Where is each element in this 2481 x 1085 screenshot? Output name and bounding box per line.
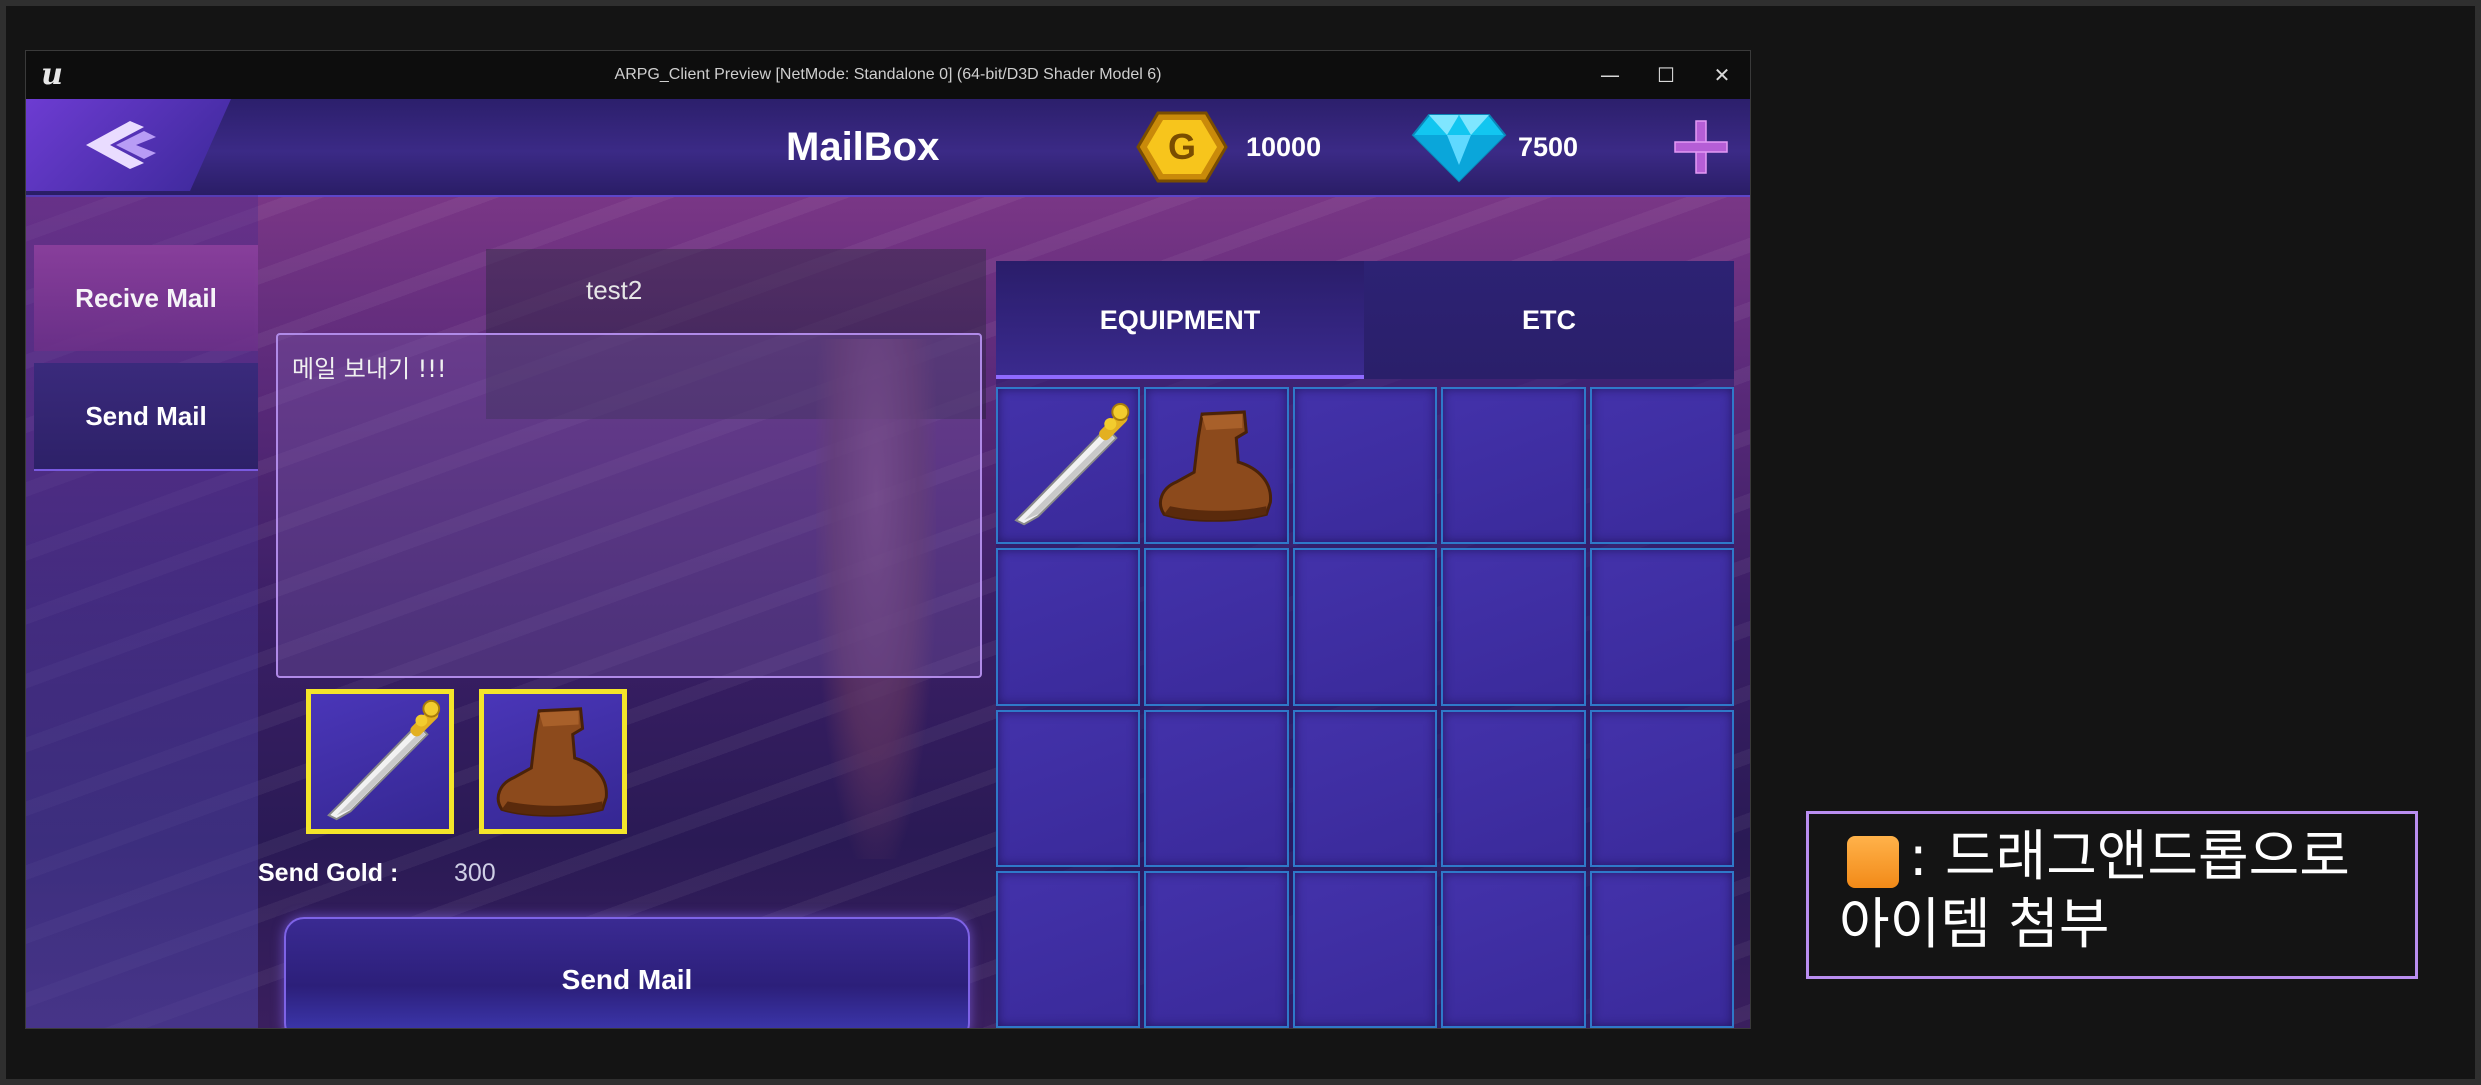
inventory-slot[interactable] [1144, 387, 1289, 545]
mailbox-header: MailBox G 10000 7500 [26, 99, 1750, 197]
diamond-amount: 7500 [1518, 132, 1579, 162]
gold-coin-letter: G [1168, 126, 1196, 167]
attachment-slot-2[interactable] [479, 689, 627, 834]
inventory-slot[interactable] [1441, 709, 1586, 867]
gold-amount: 10000 [1246, 132, 1322, 162]
diamond-icon [1411, 114, 1507, 183]
back-button[interactable] [26, 99, 231, 191]
inventory-slot[interactable] [1589, 387, 1734, 545]
inventory-grid [996, 387, 1734, 1028]
annotation-note: : 드래그앤드롭으로 아이템 첨부 [1806, 811, 2418, 979]
inventory-slot[interactable] [1292, 548, 1438, 706]
inventory-slot[interactable] [1292, 870, 1438, 1028]
boots-icon [1159, 410, 1273, 522]
back-arrow-icon [86, 121, 156, 169]
tab-etc[interactable]: ETC [1364, 261, 1734, 379]
close-button[interactable]: ✕ [1694, 51, 1750, 99]
send-mail-button[interactable]: Send Mail [284, 917, 970, 1028]
game-viewport: MailBox G 10000 7500 Recive Mail Send Ma… [26, 99, 1750, 1028]
inventory-slot[interactable] [1144, 548, 1289, 706]
annotation-text: : 드래그앤드롭으로 아이템 첨부 [1839, 824, 2350, 956]
inventory-slot[interactable] [996, 870, 1141, 1028]
inventory-slot[interactable] [1292, 709, 1438, 867]
message-text: 메일 보내기 !!! [292, 355, 447, 383]
inventory-slot[interactable] [1589, 870, 1734, 1028]
sword-icon [1014, 402, 1130, 526]
inventory-slot[interactable] [996, 387, 1141, 545]
recipient-name[interactable]: test2 [586, 275, 642, 306]
minimize-button[interactable]: — [1582, 51, 1638, 99]
gold-coin-icon: G [1136, 111, 1228, 183]
plus-icon[interactable] [1671, 117, 1731, 177]
page-title: MailBox [786, 125, 940, 169]
sword-icon [327, 699, 441, 821]
attachment-slot-1[interactable] [306, 689, 454, 834]
inventory-slot[interactable] [1144, 709, 1289, 867]
inventory-slot[interactable] [1441, 870, 1586, 1028]
send-gold-label: Send Gold : [258, 859, 399, 887]
inventory-slot[interactable] [1144, 870, 1289, 1028]
inventory-slot[interactable] [996, 709, 1141, 867]
title-bar[interactable]: u ARPG_Client Preview [NetMode: Standalo… [26, 51, 1750, 99]
game-window: u ARPG_Client Preview [NetMode: Standalo… [25, 50, 1751, 1029]
send-gold-input[interactable]: 300 [454, 859, 496, 888]
message-input[interactable]: 메일 보내기 !!! [276, 333, 982, 678]
inventory-panel: EQUIPMENT ETC [996, 261, 1734, 1028]
inventory-slot[interactable] [1292, 387, 1438, 545]
window-title: ARPG_Client Preview [NetMode: Standalone… [614, 66, 1162, 83]
sidebar-item-recive-mail[interactable]: Recive Mail [34, 245, 258, 351]
inventory-slot[interactable] [1441, 548, 1586, 706]
inventory-slot[interactable] [1441, 387, 1586, 545]
send-mail-button-label: Send Mail [561, 964, 693, 995]
boots-icon [496, 707, 608, 817]
tab-equipment[interactable]: EQUIPMENT [996, 261, 1364, 379]
sidebar-item-send-mail[interactable]: Send Mail [34, 363, 258, 471]
inventory-slot[interactable] [1589, 548, 1734, 706]
maximize-button[interactable]: ☐ [1638, 51, 1694, 99]
inventory-slot[interactable] [996, 548, 1141, 706]
inventory-slot[interactable] [1589, 709, 1734, 867]
